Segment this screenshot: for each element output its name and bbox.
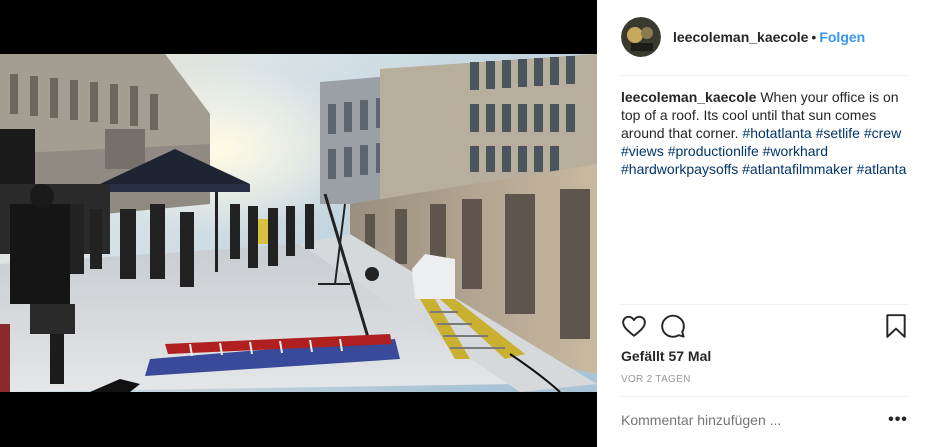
post-username[interactable]: leecoleman_kaecole (673, 29, 808, 45)
hashtag-link[interactable]: #atlanta (857, 161, 907, 177)
comment-button[interactable] (660, 313, 688, 341)
avatar[interactable] (621, 17, 661, 57)
actions-divider (621, 304, 907, 305)
heart-icon (622, 315, 646, 337)
like-button[interactable] (621, 313, 649, 341)
save-button[interactable] (883, 313, 911, 341)
post-caption: leecoleman_kaecole When your office is o… (621, 88, 907, 178)
caption-username[interactable]: leecoleman_kaecole (621, 89, 756, 105)
comment-icon (661, 314, 685, 338)
post-header: leecoleman_kaecole • Folgen (621, 16, 907, 58)
hashtag-link[interactable]: #atlantafilmmaker (742, 161, 853, 177)
rooftop-film-set-image (0, 54, 597, 392)
hashtag-link[interactable]: #workhard (763, 143, 828, 159)
hashtag-link[interactable]: #views (621, 143, 664, 159)
post-timestamp[interactable]: VOR 2 TAGEN (621, 374, 691, 385)
comment-input[interactable] (621, 412, 871, 428)
hashtag-link[interactable]: #productionlife (668, 143, 759, 159)
post-actions (621, 313, 911, 341)
avatar-image (621, 17, 661, 57)
bookmark-icon (886, 314, 906, 338)
comment-divider (621, 396, 907, 397)
post-photo[interactable] (0, 54, 597, 392)
hashtag-link[interactable]: #crew (864, 125, 901, 141)
hashtag-link[interactable]: #hotatlanta (742, 125, 811, 141)
header-text: leecoleman_kaecole • Folgen (673, 29, 865, 45)
likes-count[interactable]: Gefällt 57 Mal (621, 348, 711, 364)
separator-dot: • (811, 29, 817, 45)
hashtag-link[interactable]: #setlife (816, 125, 860, 141)
more-options-icon[interactable]: ••• (886, 411, 910, 431)
follow-button[interactable]: Folgen (819, 29, 865, 45)
header-divider (621, 75, 907, 76)
hashtag-link[interactable]: #hardworkpaysoffs (621, 161, 738, 177)
media-pane (0, 0, 597, 447)
post-sidebar: leecoleman_kaecole • Folgen leecoleman_kae… (597, 0, 931, 447)
